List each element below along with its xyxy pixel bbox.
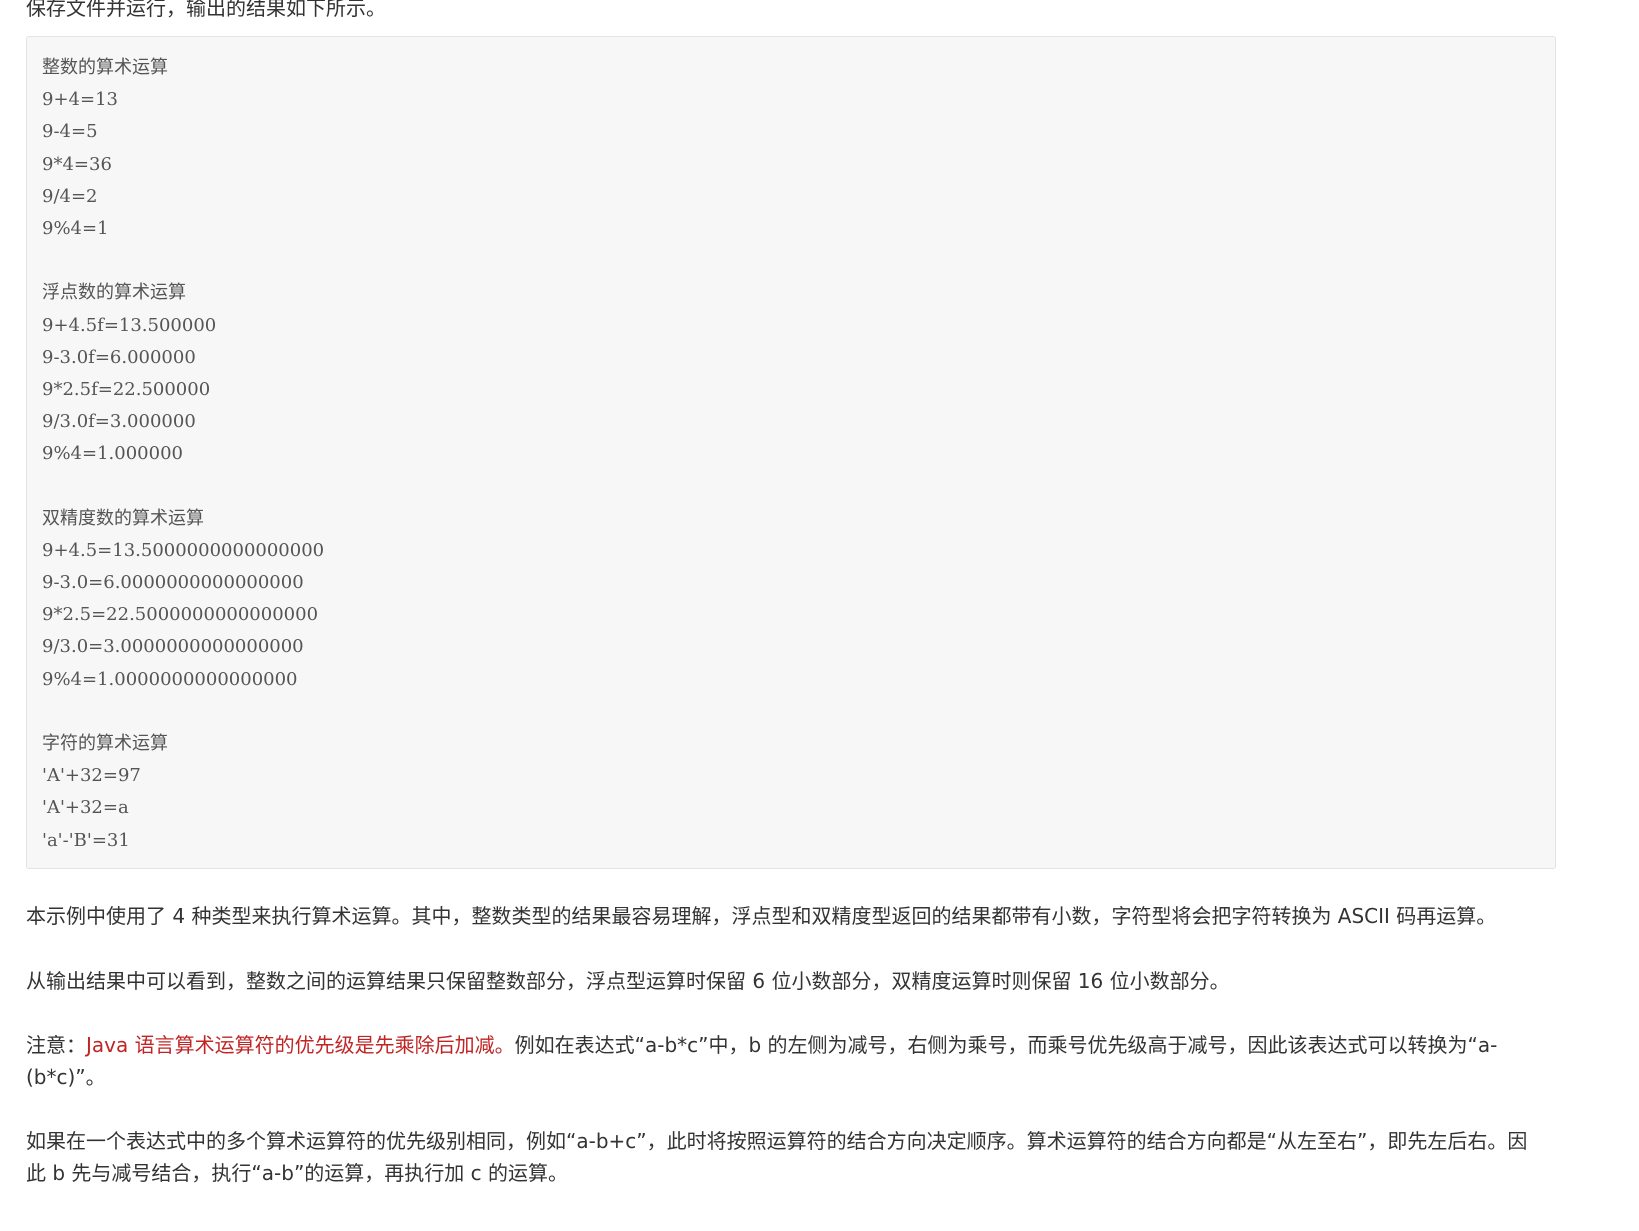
code-line: 9+4=13	[42, 89, 118, 111]
code-line: 9*2.5=22.5000000000000000	[42, 604, 319, 626]
paragraph-associativity: 如果在一个表达式中的多个算术运算符的优先级别相同，例如“a-b+c”，此时将按照…	[26, 1129, 1528, 1185]
code-line: 9%4=1.000000	[42, 443, 183, 465]
code-line: 9+4.5f=13.500000	[42, 314, 217, 336]
code-line-heading-integer: 整数的算术运算	[42, 57, 168, 78]
code-line: 9/3.0f=3.000000	[42, 411, 196, 433]
paragraph-precedence-note: 注意：Java 语言算术运算符的优先级是先乘除后加减。例如在表达式“a-b*c”…	[26, 1029, 1546, 1093]
note-label: 注意：	[26, 1033, 86, 1057]
code-blank-line	[42, 245, 324, 277]
code-line: 9-3.0f=6.000000	[42, 346, 196, 368]
code-line: 'A'+32=97	[42, 765, 141, 787]
code-line: 9/4=2	[42, 185, 98, 207]
code-line: 9*2.5f=22.500000	[42, 378, 211, 400]
code-line-heading-double: 双精度数的算术运算	[42, 507, 204, 529]
code-line: 9/3.0=3.0000000000000000	[42, 636, 304, 658]
code-line: 'a'-'B'=31	[42, 829, 130, 851]
code-line: 9*4=36	[42, 153, 112, 175]
code-line-heading-float: 浮点数的算术运算	[42, 282, 186, 304]
code-line-heading-char: 字符的算术运算	[42, 732, 168, 754]
code-line: 9-4=5	[42, 121, 98, 143]
paragraph-result-precision: 从输出结果中可以看到，整数之间的运算结果只保留整数部分，浮点型运算时保留 6 位…	[26, 969, 1230, 993]
intro-text: 保存文件并运行，输出的结果如下所示。	[26, 0, 386, 20]
code-blank-line	[42, 470, 324, 502]
code-line: 9%4=1.0000000000000000	[42, 668, 298, 690]
article-content: 保存文件并运行，输出的结果如下所示。 整数的算术运算 9+4=13 9-4=5 …	[0, 0, 1639, 1231]
note-highlight: Java 语言算术运算符的优先级是先乘除后加减。	[86, 1033, 515, 1057]
code-blank-line	[42, 696, 324, 728]
code-output-lines: 整数的算术运算 9+4=13 9-4=5 9*4=36 9/4=2 9%4=1 …	[42, 52, 324, 857]
code-line: 'A'+32=a	[42, 797, 129, 819]
code-output-block: 整数的算术运算 9+4=13 9-4=5 9*4=36 9/4=2 9%4=1 …	[26, 36, 1556, 869]
code-line: 9+4.5=13.5000000000000000	[42, 539, 325, 561]
code-line: 9-3.0=6.0000000000000000	[42, 572, 304, 593]
code-line: 9%4=1	[42, 217, 109, 239]
paragraph-type-summary: 本示例中使用了 4 种类型来执行算术运算。其中，整数类型的结果最容易理解，浮点型…	[26, 904, 1497, 928]
